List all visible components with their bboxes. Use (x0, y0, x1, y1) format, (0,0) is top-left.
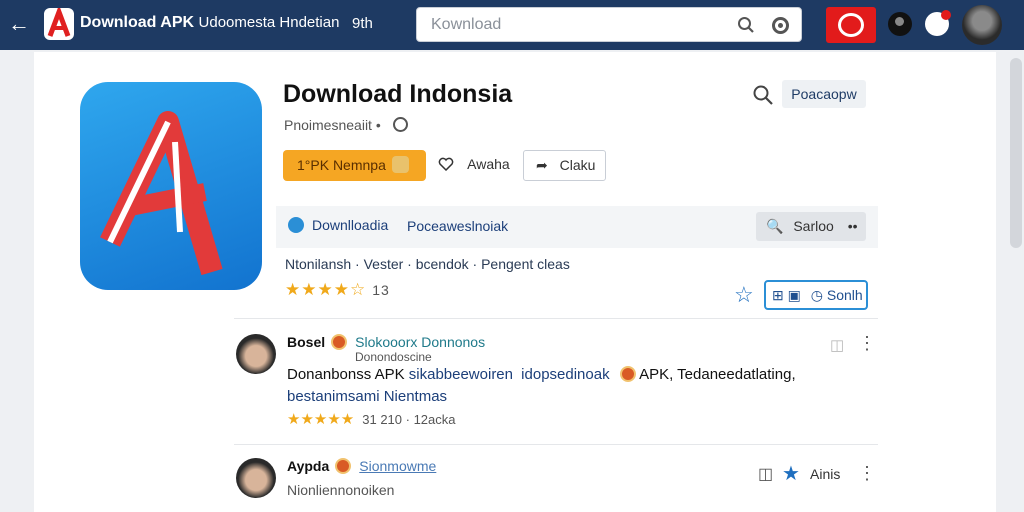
apk-logo-icon[interactable] (44, 4, 74, 40)
star-icons: ★★★★☆ (285, 280, 367, 299)
review-text-a: Donanbonss APK (287, 366, 405, 383)
search-icon[interactable] (752, 84, 774, 106)
filter-icon: ⊞ ▣ (772, 287, 801, 303)
globe-icon[interactable] (392, 117, 408, 132)
account-icon[interactable] (888, 12, 912, 36)
share-label: Claku (559, 157, 596, 173)
timer-icon: ◷ (810, 287, 823, 303)
brand-title[interactable]: Download APK Udoomesta Hndetian (80, 14, 339, 32)
review-meta: 31 210 · 12acka (362, 412, 456, 427)
reviewer-subtitle: Donondoscine (355, 350, 432, 364)
download-badge-icon (288, 217, 304, 233)
install-button[interactable]: 1°PK Nemnpa (283, 150, 426, 181)
reviewer-subtitle: Nionliennonoiken (287, 482, 395, 498)
back-arrow-icon[interactable]: ← (8, 11, 30, 37)
rating-count: 13 (372, 282, 390, 298)
coin-icon (619, 366, 636, 382)
wishlist-label: Awaha (467, 156, 510, 172)
scrollbar[interactable] (1010, 58, 1022, 248)
divider (234, 318, 878, 319)
tab-permissions[interactable]: Poceaweslnoiak (407, 218, 508, 234)
voice-search-icon[interactable] (772, 17, 789, 34)
sort-dropdown[interactable]: 🔍 Sarloo •• (756, 212, 866, 241)
coin-icon (335, 458, 352, 474)
search-icon: 🔍 (766, 218, 784, 234)
reviewer-tag: Slokooorx Donnonos (355, 334, 486, 350)
star-icon[interactable]: ★ (782, 461, 800, 486)
install-label: 1°PK Nemnpa (297, 157, 386, 173)
search-icon[interactable] (737, 16, 755, 34)
like-icon[interactable]: ◫ (830, 336, 844, 354)
share-icon: ➦ (536, 157, 548, 173)
review-text-e[interactable]: bestanimsami Nientmas (287, 388, 447, 405)
app-meta-line: Ntonilansh · Vester · bcendok · Pengent … (285, 256, 570, 272)
rating-stars: ★★★★☆ 13 (285, 280, 390, 300)
reviewer-name-text: Bosel (287, 334, 326, 350)
review-text-d: APK, Tedaneedatlating, (639, 366, 796, 383)
follow-label: Sonlh (826, 287, 863, 303)
share-button[interactable]: ➦ Claku (523, 150, 606, 181)
review-action-label[interactable]: Ainis (810, 466, 840, 482)
follow-button[interactable]: ⊞ ▣ ◷ Sonlh (764, 280, 868, 310)
review-stars: ★★★★★ 31 210 · 12acka (287, 410, 455, 428)
review-text-c[interactable]: idopsedinoak (521, 366, 609, 383)
review-text-b[interactable]: sikabbeewoiren (409, 366, 513, 383)
app-icon (80, 82, 262, 290)
top-navigation-bar: ← Download APK Udoomesta Hndetian 9th Ko… (0, 0, 1024, 50)
developer-name[interactable]: Pnoimesneaiit • (284, 117, 381, 133)
sort-label: Sarloo (793, 218, 834, 234)
coin-icon (391, 156, 409, 173)
like-icon[interactable]: ◫ (758, 464, 773, 484)
review-text: Donanbonss APK sikabbeewoiren idopsedino… (287, 364, 807, 408)
more-options-icon[interactable]: ⋮ (858, 464, 876, 482)
refresh-icon (838, 13, 864, 37)
search-box[interactable]: Kownload (416, 7, 802, 42)
reviewer-avatar[interactable] (236, 458, 276, 498)
favorite-star-icon[interactable]: ☆ (734, 282, 754, 308)
brand-action-button[interactable] (826, 7, 876, 43)
user-avatar[interactable] (962, 5, 1002, 45)
app-title: Download Indonsia (283, 80, 513, 108)
wishlist-button[interactable]: Awaha (438, 156, 510, 172)
review-star-icons: ★★★★★ (287, 411, 355, 428)
more-options-icon[interactable]: ⋮ (858, 334, 876, 352)
notification-icon[interactable] (925, 10, 951, 36)
search-placeholder[interactable]: Kownload (431, 16, 501, 34)
app-subtitle: Pnoimesneaiit • (284, 117, 408, 133)
more-icon: •• (847, 218, 858, 234)
divider (234, 444, 878, 445)
reviewer-name[interactable]: Aypda Sionmowme (287, 458, 436, 474)
reviewer-tag: Sionmowme (359, 458, 437, 474)
popular-button[interactable]: Poacaopw (782, 80, 866, 108)
reviewer-name-text: Aypda (287, 458, 330, 474)
brand-name: Download APK (80, 14, 195, 31)
tab-download[interactable]: Downlloadia (288, 217, 388, 233)
tab-download-label: Downlloadia (312, 217, 389, 233)
coin-icon (331, 334, 348, 350)
heart-icon (438, 157, 454, 171)
version-label: 9th (352, 15, 373, 32)
reviewer-name[interactable]: Bosel Slokooorx Donnonos (287, 334, 485, 350)
brand-subtitle: Udoomesta Hndetian (198, 14, 340, 31)
reviewer-avatar[interactable] (236, 334, 276, 374)
